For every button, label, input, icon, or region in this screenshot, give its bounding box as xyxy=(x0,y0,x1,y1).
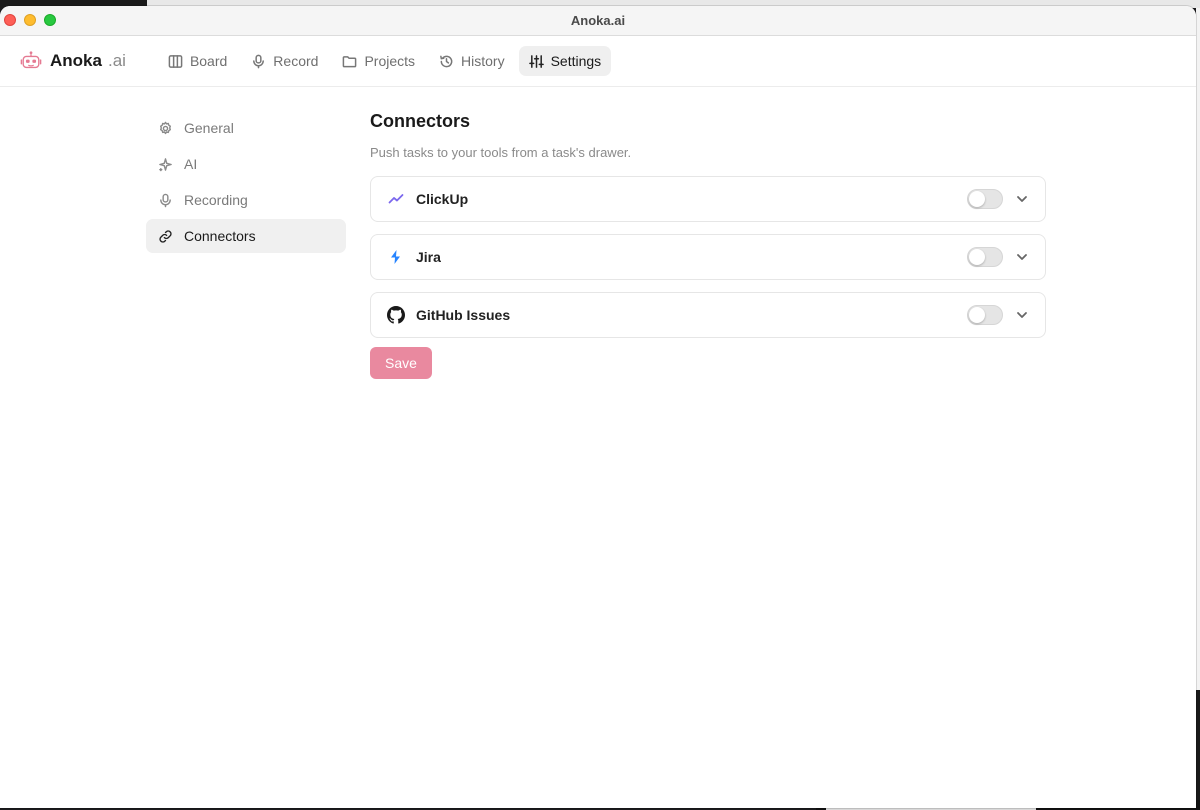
sidebar-item-connectors[interactable]: Connectors xyxy=(146,219,346,253)
connector-github-issues[interactable]: GitHub Issues xyxy=(370,292,1046,338)
brand-suffix: .ai xyxy=(107,51,126,70)
columns-icon xyxy=(168,54,183,68)
save-button[interactable]: Save xyxy=(370,347,432,379)
connector-name: GitHub Issues xyxy=(416,307,511,323)
nav-tabs: Board Record Projects History Settings xyxy=(158,46,612,76)
settings-content: General AI Recording Connectors Connecto… xyxy=(0,87,1196,807)
brand-name: Anoka xyxy=(50,51,102,70)
connector-name: Jira xyxy=(416,249,441,265)
connectors-panel: Connectors Push tasks to your tools from… xyxy=(370,111,1046,379)
chevron-down-icon[interactable] xyxy=(1015,250,1029,264)
page-title: Connectors xyxy=(370,111,471,131)
tab-history[interactable]: History xyxy=(429,46,515,76)
sidebar-item-ai[interactable]: AI xyxy=(146,147,346,181)
chevron-down-icon[interactable] xyxy=(1015,308,1029,322)
tab-record[interactable]: Record xyxy=(241,46,328,76)
github-icon xyxy=(387,306,405,324)
chevron-down-icon[interactable] xyxy=(1015,192,1029,206)
connector-name: ClickUp xyxy=(416,191,469,207)
gear-icon xyxy=(160,121,171,134)
jira-icon xyxy=(387,248,405,266)
jira-toggle[interactable] xyxy=(967,247,1003,267)
sparkle-icon xyxy=(159,157,172,171)
top-navbar: Anoka .ai Board Record Projects History … xyxy=(0,36,1196,87)
minimize-window-button[interactable] xyxy=(24,14,36,26)
connector-clickup[interactable]: ClickUp xyxy=(370,176,1046,222)
toggle-knob xyxy=(969,249,985,265)
app-window: Anoka.ai Anoka .ai Board Record Projects… xyxy=(0,6,1196,808)
sidebar-item-general[interactable]: General xyxy=(146,111,346,145)
sidebar-item-label: Recording xyxy=(184,192,248,208)
tab-label: History xyxy=(461,53,505,69)
window-title: Anoka.ai xyxy=(570,13,626,28)
sidebar-item-recording[interactable]: Recording xyxy=(146,183,346,217)
window-controls xyxy=(4,14,56,26)
close-window-button[interactable] xyxy=(4,14,16,26)
microphone-icon xyxy=(253,54,265,68)
microphone-icon xyxy=(160,193,171,207)
tab-label: Board xyxy=(189,53,228,69)
github-issues-toggle[interactable] xyxy=(967,305,1003,325)
sidebar-item-label: AI xyxy=(184,156,198,172)
title-bar: Anoka.ai xyxy=(0,6,1196,36)
history-icon xyxy=(440,55,453,67)
tab-label: Settings xyxy=(550,53,602,69)
maximize-window-button[interactable] xyxy=(44,14,56,26)
tab-label: Record xyxy=(273,53,319,69)
settings-sidebar: General AI Recording Connectors xyxy=(146,111,346,255)
sliders-icon xyxy=(528,54,544,68)
sidebar-item-label: General xyxy=(184,120,234,136)
clickup-icon xyxy=(387,190,405,208)
toggle-knob xyxy=(969,191,985,207)
tab-label: Projects xyxy=(364,53,416,69)
toggle-knob xyxy=(969,307,985,323)
brand[interactable]: Anoka .ai xyxy=(20,50,126,72)
tab-settings[interactable]: Settings xyxy=(518,46,612,76)
robot-logo-icon xyxy=(20,51,42,69)
sidebar-item-label: Connectors xyxy=(184,228,256,244)
tab-projects[interactable]: Projects xyxy=(332,46,425,76)
tab-board[interactable]: Board xyxy=(158,46,237,76)
connector-jira[interactable]: Jira xyxy=(370,234,1046,280)
page-subtitle: Push tasks to your tools from a task's d… xyxy=(370,145,632,160)
link-icon xyxy=(159,229,172,243)
clickup-toggle[interactable] xyxy=(967,189,1003,209)
folder-icon xyxy=(343,55,357,67)
